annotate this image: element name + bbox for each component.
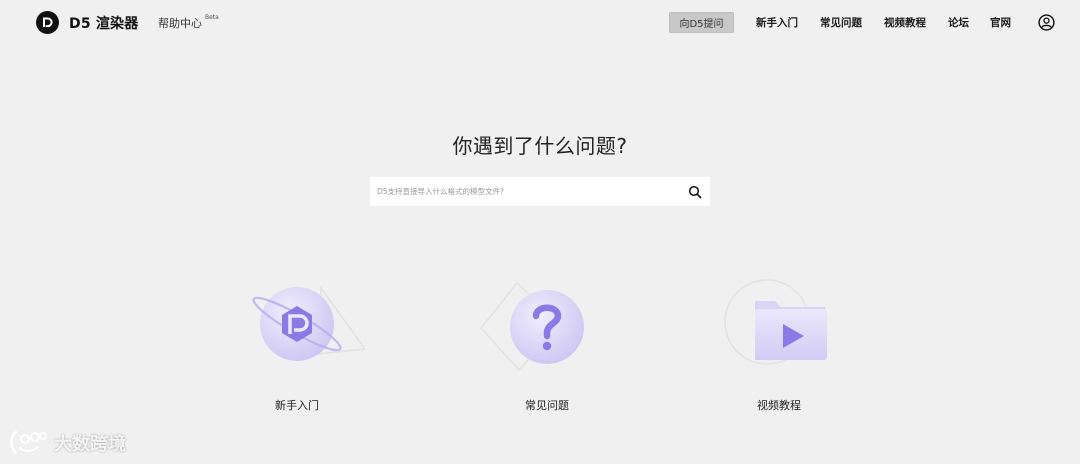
card-label: 新手入门 — [275, 399, 319, 412]
card-getting-started[interactable]: 新手入门 — [217, 276, 377, 416]
search-bar — [370, 177, 710, 206]
top-navbar: D5 渲染器 帮助中心 Beta 向D5提问 新手入门 常见问题 视频教程 论坛… — [0, 0, 1080, 46]
nav-faq[interactable]: 常见问题 — [820, 15, 862, 30]
nav-official-site[interactable]: 官网 — [990, 15, 1011, 30]
question-mark-icon — [480, 281, 584, 372]
search-input[interactable] — [370, 177, 680, 206]
card-label: 视频教程 — [757, 399, 801, 412]
watermark: 大数跨境 — [8, 428, 126, 458]
hexagon-logo-icon — [252, 285, 367, 361]
nav-getting-started[interactable]: 新手入门 — [756, 15, 798, 30]
page-title: 你遇到了什么问题? — [452, 134, 628, 158]
search-icon[interactable] — [688, 185, 702, 199]
d5-logo[interactable]: D5 渲染器 — [36, 11, 138, 34]
d5-logo-icon — [36, 11, 59, 34]
watermark-text: 大数跨境 — [54, 434, 126, 455]
beta-badge: Beta — [205, 14, 219, 21]
card-faq[interactable]: 常见问题 — [467, 276, 627, 416]
logo-text: D5 渲染器 — [69, 15, 139, 32]
help-center-link[interactable]: 帮助中心 — [158, 15, 202, 31]
user-account-icon[interactable] — [1038, 14, 1055, 31]
nav-forum[interactable]: 论坛 — [948, 15, 969, 30]
ask-d5-button[interactable]: 向D5提问 — [669, 12, 734, 33]
nav-video-tutorials[interactable]: 视频教程 — [884, 15, 926, 30]
video-folder-icon — [724, 279, 827, 365]
card-video-tutorials[interactable]: 视频教程 — [699, 276, 859, 416]
card-label: 常见问题 — [525, 399, 569, 412]
watermark-logo-icon — [10, 430, 47, 455]
